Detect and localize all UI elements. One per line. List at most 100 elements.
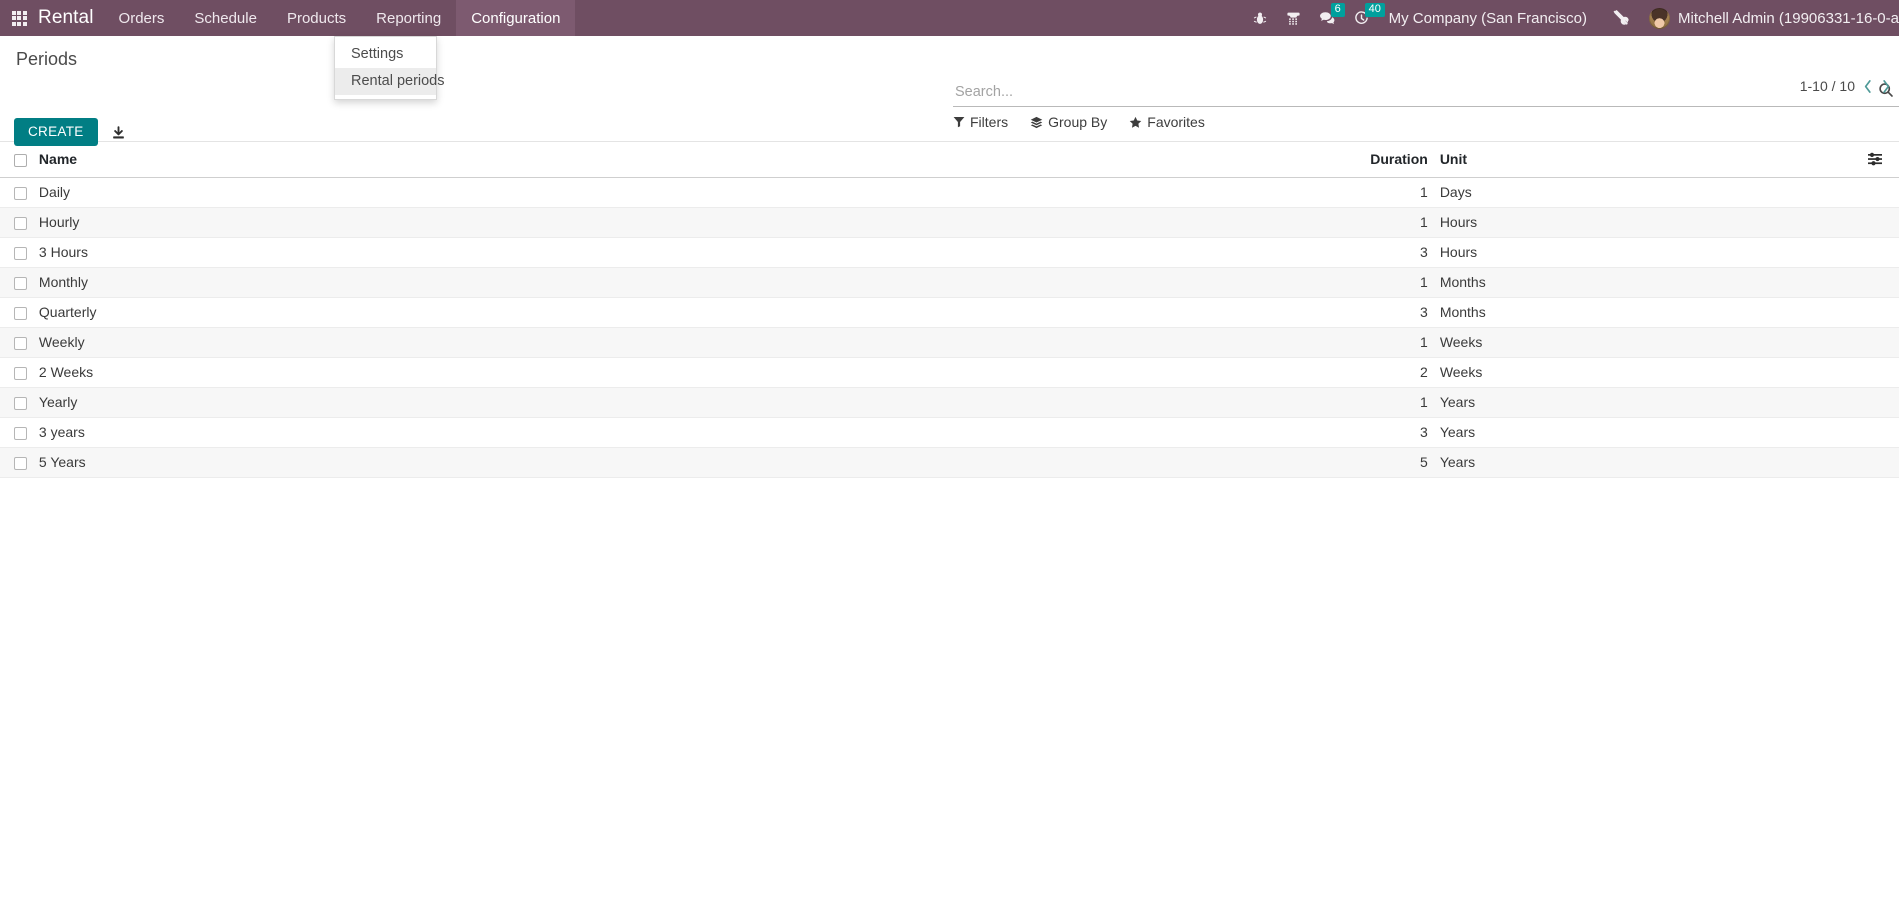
table-row[interactable]: 3 years 3 Years bbox=[0, 417, 1899, 448]
table-row[interactable]: 2 Weeks 2 Weeks bbox=[0, 357, 1899, 388]
download-export-icon[interactable] bbox=[108, 121, 130, 143]
cell-duration[interactable]: 3 bbox=[1360, 417, 1428, 448]
favorites-label: Favorites bbox=[1147, 114, 1205, 130]
table-body: Daily 1 Days Hourly 1 Hours 3 Hours 3 Hours Month… bbox=[0, 177, 1899, 478]
row-checkbox[interactable] bbox=[14, 426, 27, 440]
favorites-button[interactable]: Favorites bbox=[1129, 114, 1205, 130]
table-row[interactable]: 5 Years 5 Years bbox=[0, 447, 1899, 478]
cell-unit[interactable]: Weeks bbox=[1427, 357, 1869, 388]
table-row[interactable]: Hourly 1 Hours bbox=[0, 207, 1899, 238]
table-row[interactable]: Quarterly 3 Months bbox=[0, 297, 1899, 328]
cell-unit[interactable]: Years bbox=[1427, 387, 1869, 418]
menu-item-products[interactable]: Products bbox=[272, 0, 361, 36]
cell-unit[interactable]: Hours bbox=[1427, 207, 1869, 238]
create-button[interactable]: CREATE bbox=[14, 118, 98, 146]
messages-icon[interactable]: 6 bbox=[1311, 0, 1345, 36]
row-select-cell bbox=[0, 327, 39, 358]
cell-options bbox=[1868, 177, 1899, 208]
filters-button[interactable]: Filters bbox=[953, 114, 1008, 130]
column-header-unit[interactable]: Unit bbox=[1427, 142, 1869, 178]
table-row[interactable]: 3 Hours 3 Hours bbox=[0, 237, 1899, 268]
cell-name[interactable]: Yearly bbox=[38, 387, 1361, 418]
column-options-icon[interactable] bbox=[1868, 152, 1899, 166]
menu-item-schedule[interactable]: Schedule bbox=[179, 0, 272, 36]
search-input[interactable] bbox=[953, 84, 1773, 102]
configuration-dropdown-menu: Settings Rental periods bbox=[334, 36, 445, 100]
cell-options bbox=[1868, 447, 1899, 478]
cell-duration[interactable]: 1 bbox=[1360, 387, 1428, 418]
pager: 1-10 / 10 bbox=[1800, 78, 1891, 94]
row-checkbox[interactable] bbox=[14, 456, 27, 470]
cell-name[interactable]: Monthly bbox=[38, 267, 1361, 298]
user-name-label: Mitchell Admin (19906331-16-0-a bbox=[1678, 9, 1899, 27]
row-checkbox[interactable] bbox=[14, 336, 27, 350]
cell-unit[interactable]: Years bbox=[1427, 417, 1869, 448]
row-checkbox[interactable] bbox=[14, 396, 27, 410]
row-checkbox[interactable] bbox=[14, 216, 27, 230]
cell-options bbox=[1868, 357, 1899, 388]
menu-item-configuration[interactable]: Configuration bbox=[456, 0, 576, 36]
cell-name[interactable]: Hourly bbox=[38, 207, 1361, 238]
cell-unit[interactable]: Weeks bbox=[1427, 327, 1869, 358]
row-select-cell bbox=[0, 387, 39, 418]
cell-duration[interactable]: 1 bbox=[1360, 267, 1428, 298]
column-header-duration[interactable]: Duration bbox=[1360, 142, 1428, 178]
filters-label: Filters bbox=[970, 114, 1009, 130]
cell-duration[interactable]: 5 bbox=[1360, 447, 1428, 478]
table-row[interactable]: Weekly 1 Weeks bbox=[0, 327, 1899, 358]
cell-name[interactable]: Quarterly bbox=[38, 297, 1361, 328]
row-checkbox[interactable] bbox=[14, 246, 27, 260]
menu-item-orders[interactable]: Orders bbox=[104, 0, 180, 36]
dropdown-item-rental-periods[interactable]: Rental periods bbox=[335, 68, 445, 95]
group-by-button[interactable]: Group By bbox=[1030, 114, 1107, 130]
table-row[interactable]: Daily 1 Days bbox=[0, 177, 1899, 208]
row-checkbox[interactable] bbox=[14, 366, 27, 380]
column-header-name[interactable]: Name bbox=[38, 142, 1361, 178]
bug-icon[interactable] bbox=[1243, 0, 1277, 36]
cell-duration[interactable]: 2 bbox=[1360, 357, 1428, 388]
clock-activities-icon[interactable]: 40 bbox=[1345, 0, 1385, 36]
cell-unit[interactable]: Hours bbox=[1427, 237, 1869, 268]
top-navbar: Rental Orders Schedule Products Reportin… bbox=[0, 0, 1899, 36]
company-switcher[interactable]: My Company (San Francisco) bbox=[1379, 10, 1601, 27]
cell-name[interactable]: Weekly bbox=[38, 327, 1361, 358]
column-options-header bbox=[1868, 142, 1899, 178]
apps-grid-icon[interactable] bbox=[0, 0, 38, 36]
dropdown-item-settings[interactable]: Settings bbox=[335, 41, 436, 68]
cell-duration[interactable]: 1 bbox=[1360, 207, 1428, 238]
cell-duration[interactable]: 3 bbox=[1360, 297, 1428, 328]
chevron-right-icon[interactable] bbox=[1881, 79, 1891, 94]
row-select-cell bbox=[0, 297, 39, 328]
cell-name[interactable]: 3 years bbox=[38, 417, 1361, 448]
chevron-left-icon[interactable] bbox=[1863, 79, 1873, 94]
cell-duration[interactable]: 1 bbox=[1360, 327, 1428, 358]
cell-duration[interactable]: 1 bbox=[1360, 177, 1428, 208]
app-brand-rental[interactable]: Rental bbox=[38, 7, 104, 29]
row-select-cell bbox=[0, 447, 39, 478]
layers-group-icon bbox=[1030, 116, 1043, 128]
tools-wrench-icon[interactable] bbox=[1601, 0, 1641, 36]
row-checkbox[interactable] bbox=[14, 276, 27, 290]
menu-item-reporting[interactable]: Reporting bbox=[361, 0, 456, 36]
cell-options bbox=[1868, 297, 1899, 328]
cell-unit[interactable]: Months bbox=[1427, 297, 1869, 328]
select-all-checkbox[interactable] bbox=[14, 153, 27, 167]
row-select-cell bbox=[0, 357, 39, 388]
cell-name[interactable]: 3 Hours bbox=[38, 237, 1361, 268]
pager-nav bbox=[1863, 79, 1891, 94]
cell-unit[interactable]: Months bbox=[1427, 267, 1869, 298]
cell-unit[interactable]: Years bbox=[1427, 447, 1869, 478]
table-row[interactable]: Monthly 1 Months bbox=[0, 267, 1899, 298]
pager-range[interactable]: 1-10 / 10 bbox=[1800, 78, 1855, 94]
cell-name[interactable]: 2 Weeks bbox=[38, 357, 1361, 388]
user-menu[interactable]: Mitchell Admin (19906331-16-0-a bbox=[1641, 7, 1899, 29]
table-row[interactable]: Yearly 1 Years bbox=[0, 387, 1899, 418]
cell-unit[interactable]: Days bbox=[1427, 177, 1869, 208]
row-checkbox[interactable] bbox=[14, 186, 27, 200]
phone-keypad-icon[interactable] bbox=[1277, 0, 1311, 36]
systray: 6 40 My Company (San Francisco) Mitchell… bbox=[1243, 0, 1899, 36]
cell-name[interactable]: 5 Years bbox=[38, 447, 1361, 478]
row-checkbox[interactable] bbox=[14, 306, 27, 320]
cell-name[interactable]: Daily bbox=[38, 177, 1361, 208]
cell-duration[interactable]: 3 bbox=[1360, 237, 1428, 268]
